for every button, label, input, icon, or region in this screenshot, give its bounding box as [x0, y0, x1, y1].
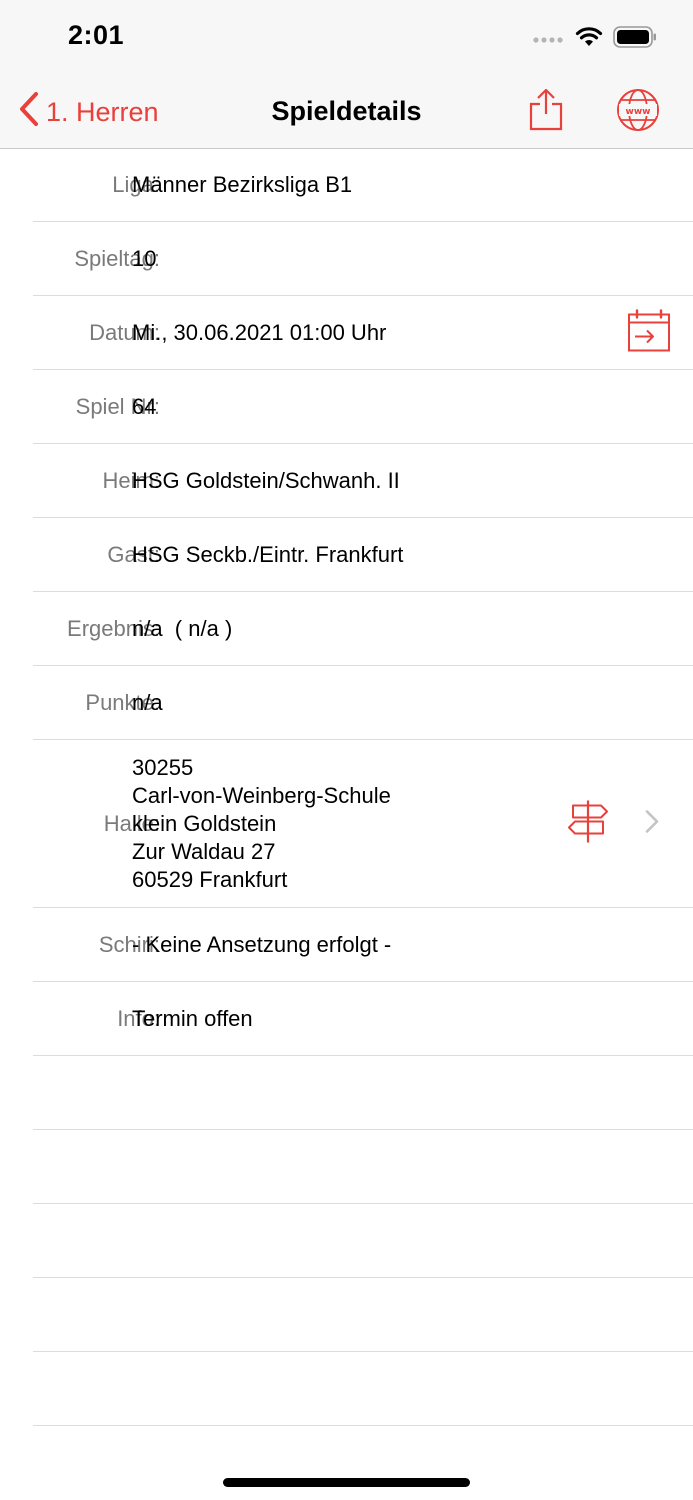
row-datum: Datum: Mi., 30.06.2021 01:00 Uhr	[33, 296, 693, 370]
row-heim: Heim: HSG Goldstein/Schwanh. II	[33, 444, 693, 518]
value-schiri: - Keine Ansetzung erfolgt -	[132, 931, 392, 957]
empty-row	[33, 1130, 693, 1204]
status-time: 2:01	[68, 20, 125, 50]
wifi-icon	[575, 26, 603, 53]
row-info: Info: Termin offen	[33, 982, 693, 1056]
details-list: Liga: Männer Bezirksliga B1 Spieltag: 10…	[0, 148, 693, 1426]
value-spiel-nr: 64	[132, 393, 157, 419]
row-liga: Liga: Männer Bezirksliga B1	[33, 148, 693, 222]
value-datum: Mi., 30.06.2021 01:00 Uhr	[132, 319, 387, 345]
value-punkte: n/a	[132, 689, 163, 715]
share-icon[interactable]	[528, 86, 564, 137]
row-schiri: Schiri: - Keine Ansetzung erfolgt -	[33, 908, 693, 982]
status-icons	[533, 26, 657, 53]
row-spiel-nr: Spiel Nr: 64	[33, 370, 693, 444]
navigation-bar: 1. Herren Spieldetails www	[0, 78, 693, 149]
empty-row	[33, 1278, 693, 1352]
svg-text:www: www	[626, 107, 651, 117]
row-gast: Gast: HSG Seckb./Eintr. Frankfurt	[33, 518, 693, 592]
signal-dots-icon	[533, 31, 565, 49]
battery-icon	[613, 26, 657, 53]
empty-row	[33, 1204, 693, 1278]
status-bar: 2:01	[0, 0, 693, 78]
add-to-calendar-icon[interactable]	[627, 308, 671, 357]
value-gast: HSG Seckb./Eintr. Frankfurt	[132, 541, 404, 567]
value-liga: Männer Bezirksliga B1	[132, 171, 353, 197]
empty-row	[33, 1352, 693, 1426]
value-info: Termin offen	[132, 1005, 253, 1031]
empty-row	[33, 1056, 693, 1130]
row-halle[interactable]: Halle: 30255 Carl-von-Weinberg-Schule kl…	[33, 740, 693, 908]
directions-signpost-icon[interactable]	[565, 798, 611, 849]
globe-www-icon[interactable]: www	[616, 88, 660, 137]
page-title: Spieldetails	[271, 96, 422, 126]
row-spieltag: Spieltag: 10	[33, 222, 693, 296]
row-punkte: Punkte: n/a	[33, 666, 693, 740]
chevron-right-icon[interactable]	[645, 809, 659, 838]
value-heim: HSG Goldstein/Schwanh. II	[132, 467, 400, 493]
value-spieltag: 10	[132, 245, 157, 271]
value-halle: 30255 Carl-von-Weinberg-Schule klein Gol…	[132, 754, 391, 892]
home-indicator[interactable]	[223, 1478, 470, 1487]
value-ergebnis: n/a ( n/a )	[132, 615, 233, 641]
row-ergebnis: Ergebnis: n/a ( n/a )	[33, 592, 693, 666]
